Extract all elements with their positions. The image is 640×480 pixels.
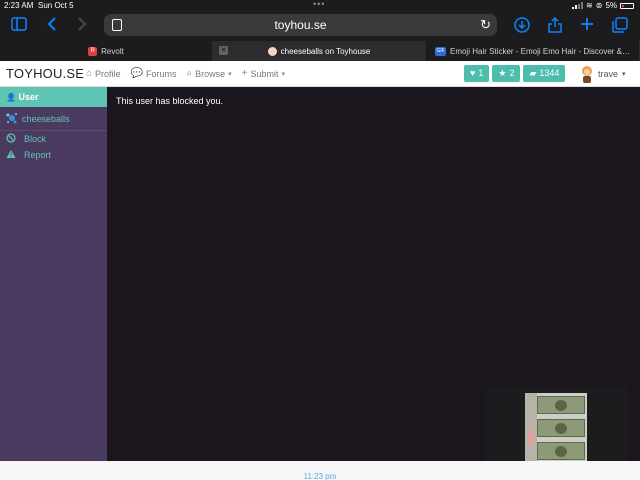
notification-counters: ♥ 1 ★ 2 ▰ 1344 — [464, 65, 566, 82]
star-icon: ★ — [498, 68, 507, 78]
sidebar-user-link[interactable]: cheeseballs — [0, 107, 107, 131]
url-text: toyhou.se — [274, 18, 327, 32]
nav-label: Forums — [146, 68, 177, 79]
sidebar-toggle-icon[interactable] — [10, 17, 28, 35]
messages-counter[interactable]: ▰ 1344 — [523, 65, 566, 82]
address-bar[interactable]: toyhou.se ↻ — [104, 14, 497, 36]
sidebar-username: cheeseballs — [22, 113, 70, 124]
tab-overview-icon[interactable] — [611, 17, 629, 35]
status-date: Sun Oct 5 — [38, 1, 74, 10]
caret-down-icon: ▾ — [622, 71, 626, 78]
multitasking-dots[interactable]: ••• — [313, 0, 325, 10]
home-icon: ⌂ — [86, 68, 93, 79]
nav-submit[interactable]: + Submit ▾ — [242, 68, 285, 79]
counter-value: 1344 — [539, 68, 560, 78]
heart-icon: ♥ — [470, 68, 476, 78]
battery-icon — [620, 2, 634, 9]
nav-label: Profile — [95, 68, 121, 79]
status-indicators: ≋ ⊚ 5% — [572, 0, 634, 11]
pip-receipt-image — [525, 393, 537, 463]
warning-icon — [6, 149, 16, 161]
footer-time: 11:23 pm — [303, 472, 337, 480]
new-tab-icon[interactable] — [578, 17, 596, 35]
main-nav: ⌂ Profile 💬 Forums ⌕ Browse ▾ + Submit ▾ — [86, 68, 285, 79]
search-icon: ⌕ — [186, 68, 193, 79]
sidebar: 👤 User cheeseballs Block Report — [0, 87, 107, 461]
nav-profile[interactable]: ⌂ Profile — [86, 68, 121, 79]
tab-revolt[interactable]: R Revolt — [0, 41, 213, 61]
site-logo[interactable]: TOYHOU.SE — [6, 66, 84, 81]
banknote-image — [537, 442, 585, 460]
status-time: 2:23 AM — [4, 1, 34, 10]
tab-label: Revolt — [101, 46, 124, 56]
battery-percent: 5% — [605, 1, 617, 10]
messages-icon: ▰ — [529, 68, 537, 78]
revolt-favicon-icon: R — [88, 46, 98, 56]
nav-label: Submit — [250, 68, 279, 79]
sidebar-item-label: Block — [24, 134, 47, 144]
site-header: TOYHOU.SE ⌂ Profile 💬 Forums ⌕ Browse ▾ … — [0, 61, 640, 87]
sidebar-header-label: User — [18, 92, 39, 102]
share-icon[interactable] — [546, 16, 564, 35]
picture-in-picture-window[interactable] — [485, 387, 628, 468]
pip-video-frame — [525, 393, 587, 463]
caret-down-icon: ▾ — [281, 70, 286, 78]
tab-emoji-hair[interactable]: GIF Emoji Hair Sticker - Emoji Emo Hair … — [426, 41, 640, 61]
wifi-icon: ≋ — [586, 1, 593, 10]
browser-toolbar: toyhou.se ↻ — [0, 11, 640, 41]
tab-label: cheeseballs on Toyhouse — [280, 46, 371, 56]
user-menu[interactable]: trave ▾ — [580, 65, 626, 83]
sidebar-item-label: Report — [24, 150, 52, 160]
orientation-lock-icon: ⊚ — [595, 1, 603, 10]
status-bar: 2:23 AM Sun Oct 5 ••• ≋ ⊚ 5% — [0, 0, 640, 11]
back-icon[interactable] — [43, 17, 61, 35]
nav-browse[interactable]: ⌕ Browse ▾ — [187, 68, 232, 79]
screen: 2:23 AM Sun Oct 5 ••• ≋ ⊚ 5% toyhou.se ↻ — [0, 0, 640, 480]
gif-favicon-icon: GIF — [434, 46, 446, 56]
sidebar-item-block[interactable]: Block — [0, 131, 107, 147]
nav-label: Browse — [195, 68, 226, 79]
user-icon: 👤 — [6, 93, 16, 102]
nav-forums[interactable]: 💬 Forums — [131, 68, 177, 79]
blocked-message: This user has blocked you. — [116, 96, 224, 106]
counter-value: 2 — [509, 68, 515, 78]
reload-icon[interactable]: ↻ — [480, 16, 491, 34]
download-icon[interactable] — [513, 17, 531, 35]
ban-icon — [6, 133, 16, 145]
toyhouse-favicon-icon — [267, 46, 277, 56]
sidebar-item-report[interactable]: Report — [0, 147, 107, 163]
banknote-image — [537, 419, 585, 437]
user-avatar-icon — [6, 112, 18, 126]
username: trave — [598, 69, 619, 79]
avatar — [580, 65, 594, 83]
forward-icon[interactable] — [73, 17, 91, 35]
caret-down-icon: ▾ — [228, 70, 232, 78]
plus-icon: + — [241, 68, 248, 79]
banknote-image — [537, 396, 585, 414]
close-tab-icon[interactable]: ✕ — [219, 46, 228, 55]
tab-toyhouse[interactable]: ✕ cheeseballs on Toyhouse — [213, 41, 426, 61]
chat-icon: 💬 — [130, 68, 144, 79]
counter-value: 1 — [478, 68, 484, 78]
tab-bar: R Revolt ✕ cheeseballs on Toyhouse GIF E… — [0, 41, 640, 61]
tab-label: Emoji Hair Sticker - Emoji Emo Hair - Di… — [449, 46, 631, 56]
favorites-counter[interactable]: ♥ 1 — [464, 65, 490, 82]
sidebar-header: 👤 User — [0, 87, 107, 107]
stars-counter[interactable]: ★ 2 — [492, 65, 521, 82]
cellular-signal-icon — [572, 2, 584, 9]
